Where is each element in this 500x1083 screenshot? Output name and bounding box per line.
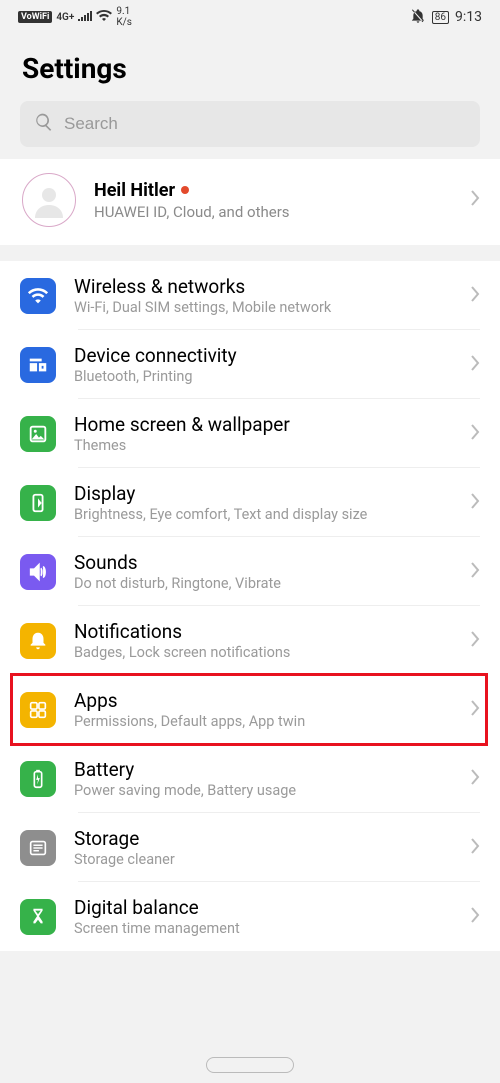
row-battery[interactable]: Battery Power saving mode, Battery usage bbox=[0, 744, 500, 813]
row-digital-balance[interactable]: Digital balance Screen time management bbox=[0, 882, 500, 951]
wifi-icon bbox=[20, 278, 56, 314]
network-4g: 4G+ bbox=[56, 12, 74, 23]
row-sub: Do not disturb, Ringtone, Vibrate bbox=[74, 575, 452, 592]
row-notifications[interactable]: Notifications Badges, Lock screen notifi… bbox=[0, 606, 500, 675]
row-sub: Power saving mode, Battery usage bbox=[74, 782, 452, 799]
chevron-right-icon bbox=[470, 561, 480, 583]
row-title: Display bbox=[74, 482, 452, 505]
row-title: Notifications bbox=[74, 620, 452, 643]
row-sub: Permissions, Default apps, App twin bbox=[74, 713, 452, 730]
page-title: Settings bbox=[0, 32, 500, 101]
battery-indicator: 86 bbox=[432, 11, 449, 24]
row-display[interactable]: Display Brightness, Eye comfort, Text an… bbox=[0, 468, 500, 537]
row-title: Device connectivity bbox=[74, 344, 452, 367]
search-icon bbox=[34, 112, 54, 136]
net-speed: 9.1K/s bbox=[116, 6, 132, 28]
row-sub: Badges, Lock screen notifications bbox=[74, 644, 452, 661]
dnd-icon bbox=[410, 8, 426, 27]
apps-icon bbox=[20, 692, 56, 728]
image-icon bbox=[20, 416, 56, 452]
row-title: Sounds bbox=[74, 551, 452, 574]
account-sub: HUAWEI ID, Cloud, and others bbox=[94, 203, 452, 221]
row-title: Battery bbox=[74, 758, 452, 781]
sound-icon bbox=[20, 554, 56, 590]
storage-icon bbox=[20, 830, 56, 866]
row-wireless-networks[interactable]: Wireless & networks Wi-Fi, Dual SIM sett… bbox=[0, 261, 500, 330]
nav-pill[interactable] bbox=[206, 1057, 294, 1073]
row-title: Storage bbox=[74, 827, 452, 850]
row-apps[interactable]: Apps Permissions, Default apps, App twin bbox=[0, 675, 500, 744]
notification-dot-icon bbox=[181, 186, 189, 194]
row-sub: Storage cleaner bbox=[74, 851, 452, 868]
row-device-connectivity[interactable]: Device connectivity Bluetooth, Printing bbox=[0, 330, 500, 399]
wifi-icon bbox=[96, 10, 112, 25]
row-sub: Brightness, Eye comfort, Text and displa… bbox=[74, 506, 452, 523]
chevron-right-icon bbox=[470, 630, 480, 652]
row-sounds[interactable]: Sounds Do not disturb, Ringtone, Vibrate bbox=[0, 537, 500, 606]
display-icon bbox=[20, 485, 56, 521]
row-title: Digital balance bbox=[74, 896, 452, 919]
row-title: Wireless & networks bbox=[74, 275, 452, 298]
chevron-right-icon bbox=[470, 768, 480, 790]
vowifi-badge: VoWiFi bbox=[18, 11, 52, 23]
row-sub: Themes bbox=[74, 437, 452, 454]
row-sub: Bluetooth, Printing bbox=[74, 368, 452, 385]
row-sub: Wi-Fi, Dual SIM settings, Mobile network bbox=[74, 299, 452, 316]
search-box[interactable] bbox=[20, 101, 480, 147]
devices-icon bbox=[20, 347, 56, 383]
row-title: Home screen & wallpaper bbox=[74, 413, 452, 436]
chevron-right-icon bbox=[470, 492, 480, 514]
bell-icon bbox=[20, 623, 56, 659]
battery-icon bbox=[20, 761, 56, 797]
chevron-right-icon bbox=[470, 285, 480, 307]
settings-list: Wireless & networks Wi-Fi, Dual SIM sett… bbox=[0, 261, 500, 951]
account-name: Heil Hitler bbox=[94, 180, 175, 201]
clock: 9:13 bbox=[455, 9, 482, 25]
chevron-right-icon bbox=[470, 423, 480, 445]
chevron-right-icon bbox=[470, 354, 480, 376]
hourglass-icon bbox=[20, 899, 56, 935]
row-sub: Screen time management bbox=[74, 920, 452, 937]
row-storage[interactable]: Storage Storage cleaner bbox=[0, 813, 500, 882]
avatar bbox=[22, 173, 76, 227]
row-title: Apps bbox=[74, 689, 452, 712]
search-input[interactable] bbox=[64, 114, 466, 134]
chevron-right-icon bbox=[470, 699, 480, 721]
chevron-right-icon bbox=[470, 906, 480, 928]
signal-icon bbox=[78, 10, 92, 24]
chevron-right-icon bbox=[470, 837, 480, 859]
row-home-screen[interactable]: Home screen & wallpaper Themes bbox=[0, 399, 500, 468]
status-bar: VoWiFi 4G+ 9.1K/s 86 9:13 bbox=[0, 0, 500, 32]
account-row[interactable]: Heil Hitler HUAWEI ID, Cloud, and others bbox=[0, 159, 500, 245]
chevron-right-icon bbox=[470, 189, 480, 211]
